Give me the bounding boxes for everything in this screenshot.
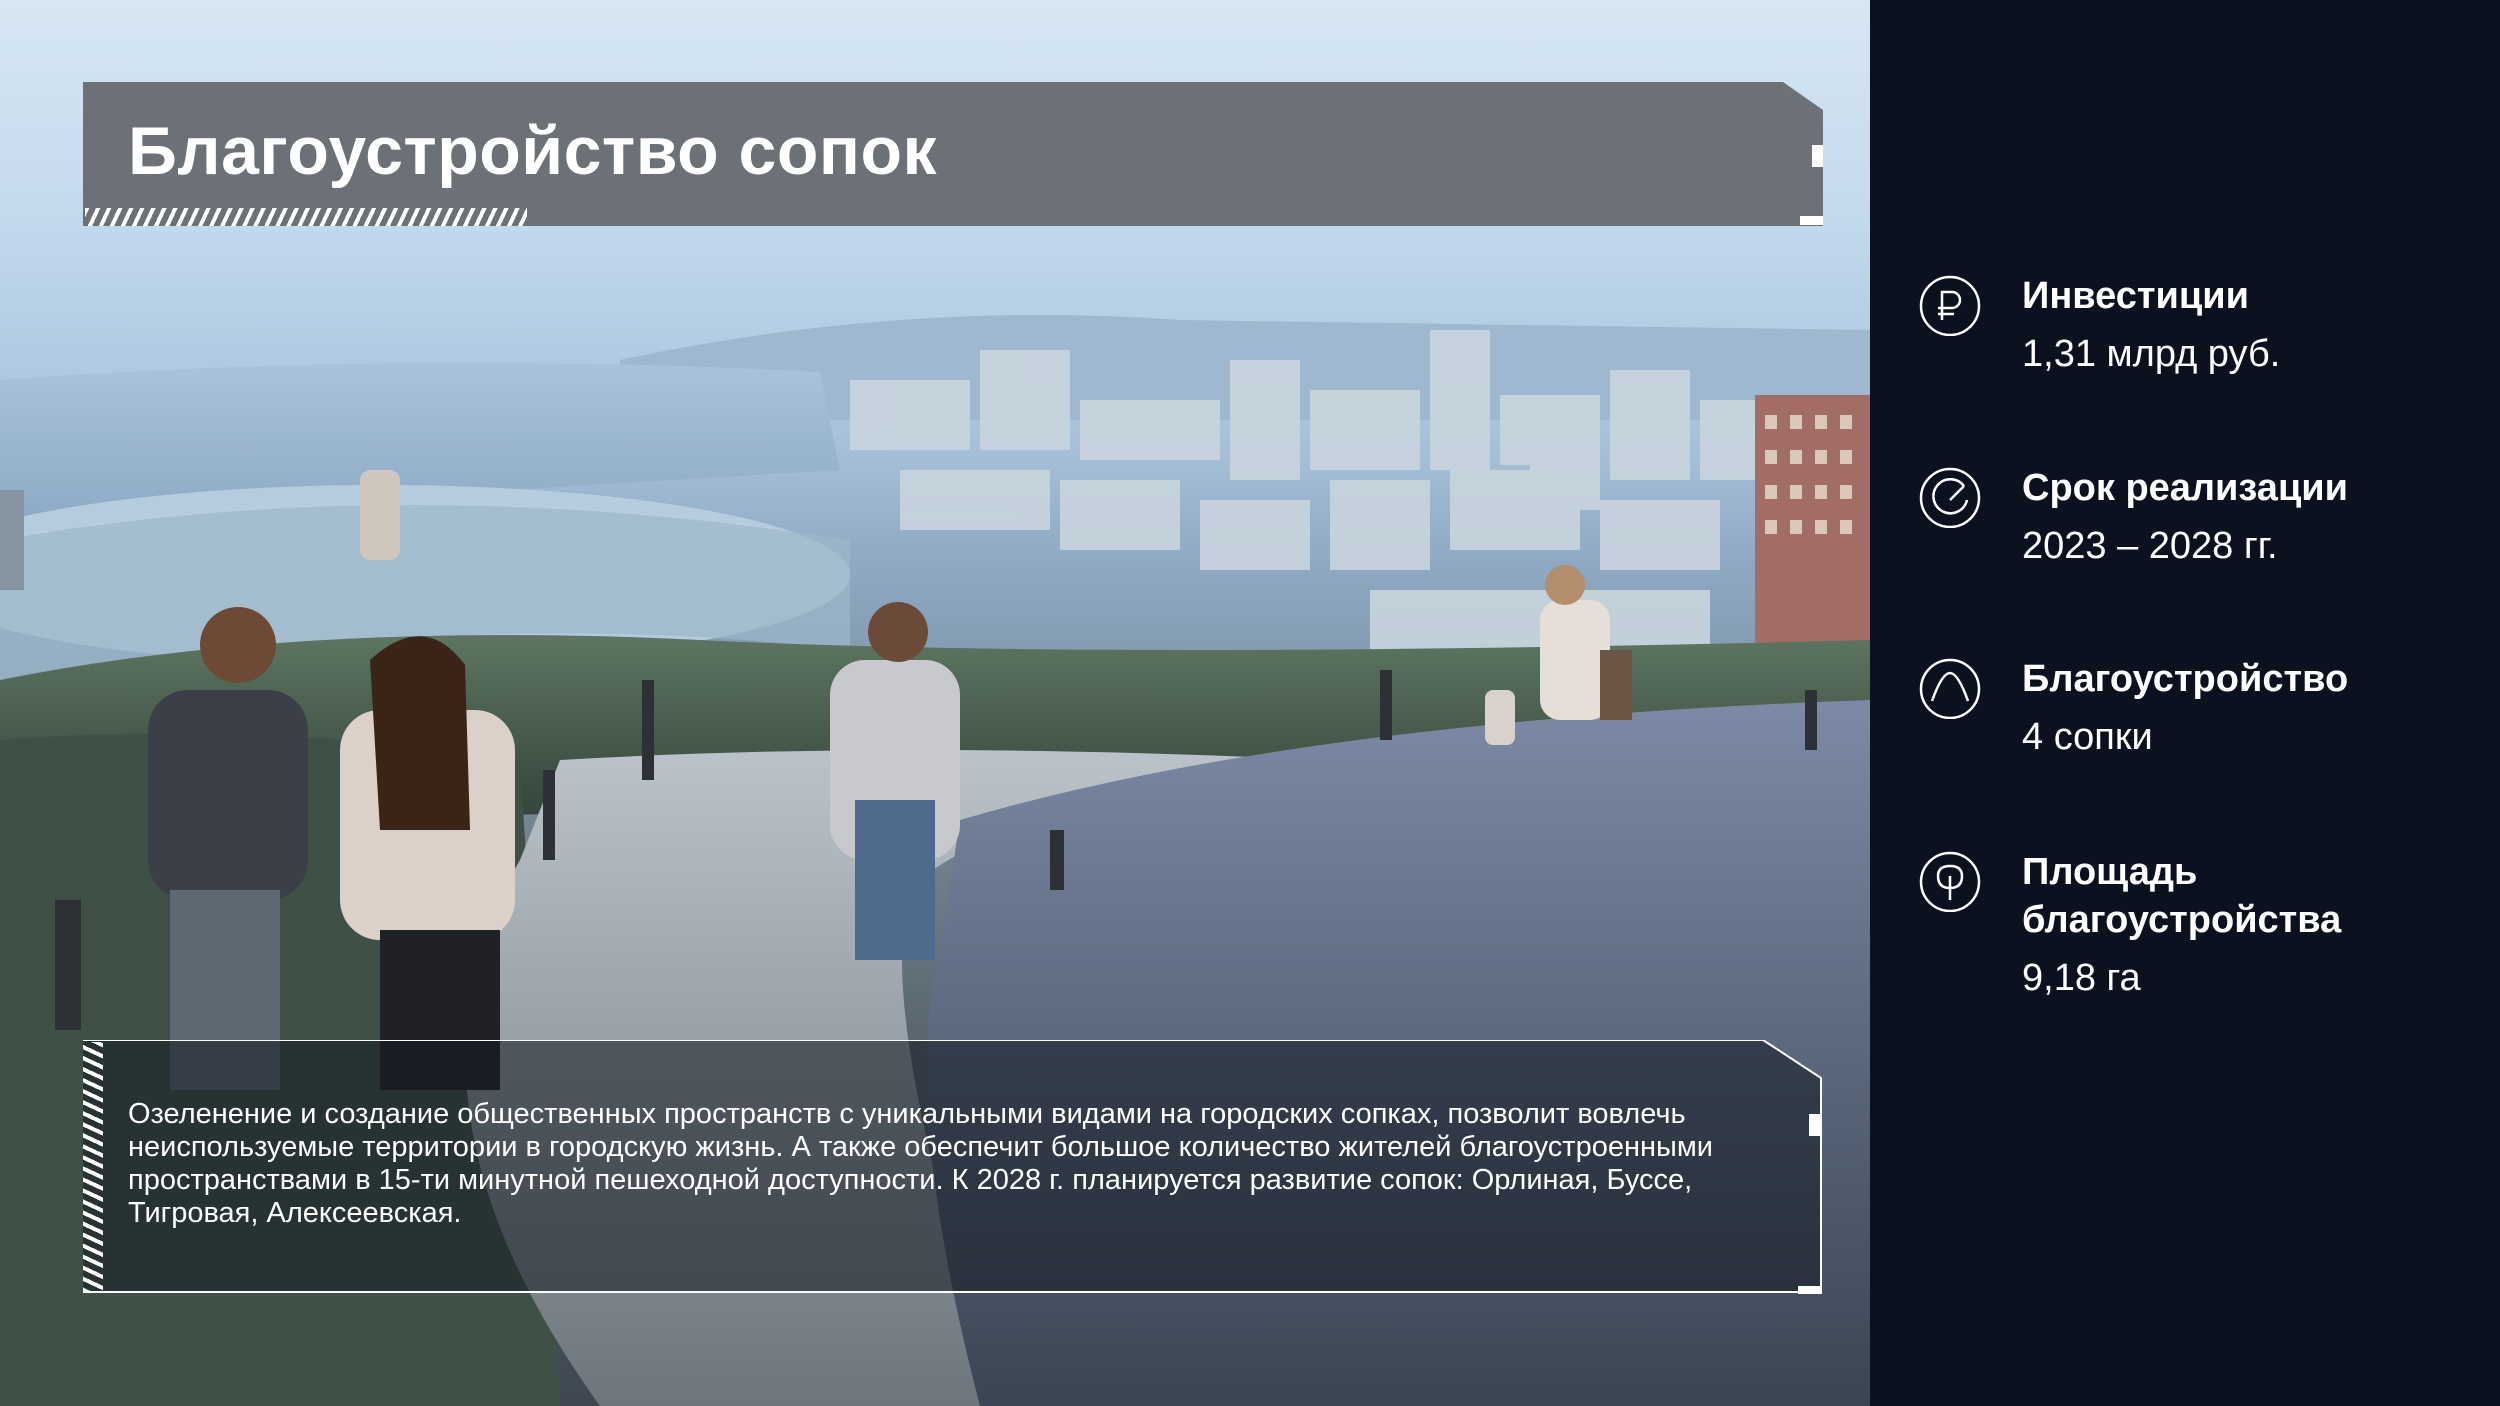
- stat-value: 4 сопки: [2022, 716, 2153, 758]
- tree-icon: [1919, 851, 1981, 912]
- stat-label: Инвестиции: [2022, 275, 2249, 317]
- page-title: Благоустройство сопок: [128, 113, 938, 189]
- stat-value: 2023 – 2028 гг.: [2022, 525, 2278, 567]
- stat-label: Площадь благоустройства: [2022, 851, 2342, 941]
- title-corner-mark: [1812, 145, 1823, 167]
- stat-label: Срок реализации: [2022, 467, 2349, 509]
- stat-value: 9,18 га: [2022, 957, 2141, 999]
- hill-icon: [1919, 658, 1981, 719]
- stat-value: 1,31 млрд руб.: [2022, 333, 2281, 375]
- ruble-icon: [1919, 275, 1981, 336]
- description-stripe-decoration: [83, 1042, 103, 1292]
- title-corner-mark: [1800, 216, 1823, 225]
- stat-label: Благоустройство: [2022, 658, 2349, 700]
- title-stripe-decoration: [85, 208, 527, 226]
- clock-icon: [1919, 467, 1981, 528]
- description-text: Озеленение и создание общественных прост…: [128, 1098, 1713, 1229]
